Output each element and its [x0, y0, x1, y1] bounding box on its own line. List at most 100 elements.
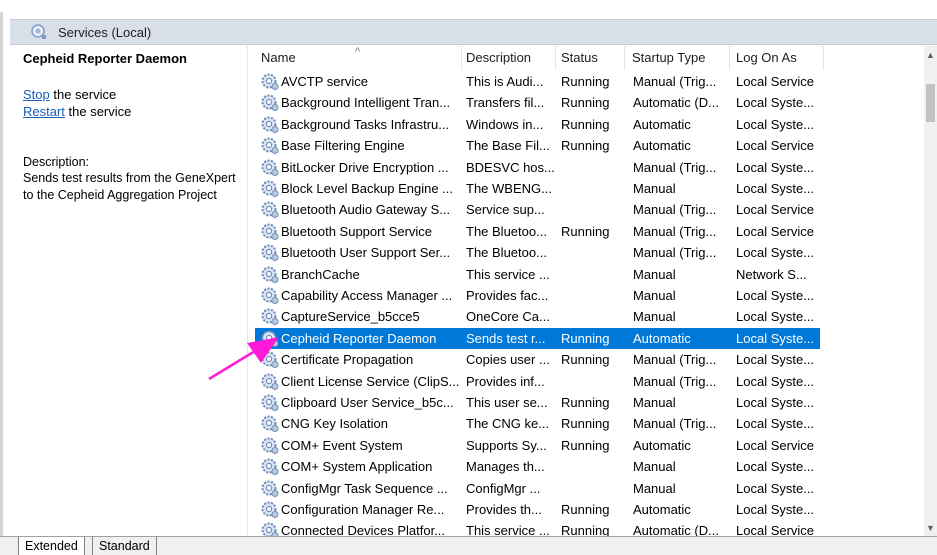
selected-service-title: Cepheid Reporter Daemon — [23, 51, 187, 66]
service-startup-type: Manual (Trig... — [633, 352, 717, 368]
pointer-arrow-icon — [208, 337, 279, 381]
service-startup-type: Automatic — [633, 116, 691, 132]
scroll-down-icon[interactable]: ▼ — [924, 522, 937, 534]
gear-icon — [261, 266, 279, 283]
table-row[interactable]: ConfigMgr Task Sequence ... ConfigMgr ...… — [255, 478, 820, 499]
gear-icon — [261, 73, 279, 90]
description-pane: Cepheid Reporter Daemon Stop the service… — [10, 46, 248, 536]
service-startup-type: Manual — [633, 395, 676, 410]
gear-icon — [261, 201, 279, 219]
services-window: Services (Local) Cepheid Reporter Daemon… — [0, 0, 937, 555]
service-name: COM+ Event System — [281, 437, 403, 453]
table-row[interactable]: Background Tasks Infrastru... Windows in.… — [255, 114, 820, 135]
panel-header: Services (Local) — [10, 19, 937, 45]
column-header-logon[interactable]: Log On As — [730, 46, 824, 70]
service-startup-type: Automatic (D... — [633, 95, 719, 111]
service-status: Running — [561, 223, 610, 239]
service-startup-type: Manual (Trig... — [633, 74, 717, 89]
service-status: Running — [561, 330, 610, 346]
table-row[interactable]: AVCTP service This is Audi... Running Manua… — [255, 71, 820, 92]
service-status: Running — [561, 116, 610, 132]
table-row[interactable]: Connected Devices Platfor... This service… — [255, 520, 820, 536]
service-status: Running — [561, 416, 610, 432]
service-description: Manages th... — [466, 459, 545, 475]
service-name: Bluetooth Audio Gateway S... — [281, 202, 451, 218]
service-description: This service ... — [466, 266, 550, 282]
table-row[interactable]: Client License Service (ClipS... Provides… — [255, 371, 820, 392]
service-description: The WBENG... — [466, 181, 552, 196]
service-name: Background Intelligent Tran... — [281, 95, 451, 111]
service-description: Provides th... — [466, 502, 542, 517]
service-status: Running — [561, 95, 610, 111]
tab-standard[interactable]: Standard — [92, 537, 157, 555]
restart-suffix: the service — [64, 104, 132, 119]
table-row[interactable]: Bluetooth User Support Ser... The Bluetoo… — [255, 242, 820, 263]
table-row[interactable]: BranchCache This service ... Manual Network… — [255, 264, 820, 285]
table-row[interactable]: Bluetooth Support Service The Bluetoo... R… — [255, 221, 820, 242]
service-description: Transfers fil... — [466, 95, 545, 111]
service-startup-type: Manual (Trig... — [633, 416, 717, 432]
service-startup-type: Automatic — [633, 138, 691, 154]
service-status: Running — [561, 352, 610, 368]
table-row[interactable]: COM+ System Application Manages th... Manu… — [255, 456, 820, 477]
stop-link[interactable]: Stop — [23, 87, 50, 102]
service-description: OneCore Ca... — [466, 309, 550, 325]
table-row[interactable]: Configuration Manager Re... Provides th..… — [255, 499, 820, 520]
service-status — [561, 178, 627, 199]
service-name: Block Level Backup Engine ... — [281, 181, 453, 196]
service-name: BranchCache — [281, 266, 360, 282]
column-header-name[interactable]: Name ^ — [255, 46, 462, 70]
table-row[interactable]: CNG Key Isolation The CNG ke... Running Man… — [255, 413, 820, 434]
table-row[interactable]: CaptureService_b5cce5 OneCore Ca... Manual… — [255, 306, 820, 327]
gear-icon — [261, 394, 279, 411]
table-row[interactable]: COM+ Event System Supports Sy... Running Au… — [255, 435, 820, 456]
services-icon — [30, 23, 48, 41]
service-description: This service ... — [466, 523, 550, 536]
service-status: Running — [561, 138, 610, 154]
service-description: Copies user ... — [466, 352, 550, 368]
column-header-description[interactable]: Description — [460, 46, 556, 70]
gear-icon — [261, 501, 279, 518]
service-status — [561, 306, 627, 327]
service-description: Sends test r... — [466, 330, 546, 346]
restart-link[interactable]: Restart — [23, 104, 65, 119]
table-row[interactable]: BitLocker Drive Encryption ... BDESVC hos… — [255, 157, 820, 178]
gear-icon — [261, 180, 279, 197]
service-startup-type: Manual (Trig... — [633, 202, 717, 218]
table-row[interactable]: Background Intelligent Tran... Transfers … — [255, 92, 820, 113]
service-description: The Base Fil... — [466, 138, 550, 154]
table-row[interactable]: Cepheid Reporter Daemon Sends test r... Ru… — [255, 327, 820, 349]
service-status — [561, 456, 627, 477]
table-row[interactable]: Bluetooth Audio Gateway S... Service sup.… — [255, 199, 820, 220]
description-text: Sends test results from the GeneXpert to… — [23, 171, 236, 202]
service-startup-type: Manual — [633, 459, 676, 475]
table-row[interactable]: Capability Access Manager ... Provides fa… — [255, 285, 820, 306]
column-header-status[interactable]: Status — [555, 46, 625, 70]
gear-icon — [261, 244, 279, 262]
service-logon: Local Syste... — [736, 288, 815, 303]
tab-extended[interactable]: Extended — [18, 537, 85, 555]
table-row[interactable]: Base Filtering Engine The Base Fil... Runn… — [255, 135, 820, 156]
service-name: Certificate Propagation — [281, 352, 414, 368]
scroll-thumb[interactable] — [926, 84, 935, 122]
gear-icon — [261, 415, 279, 433]
service-logon: Local Syste... — [736, 245, 815, 261]
service-logon: Local Service — [736, 74, 815, 89]
table-row[interactable]: Block Level Backup Engine ... The WBENG..… — [255, 178, 820, 199]
service-name: Bluetooth User Support Ser... — [281, 245, 451, 261]
service-logon: Local Service — [736, 202, 815, 218]
service-logon: Local Syste... — [736, 309, 815, 325]
service-status: Running — [561, 74, 610, 89]
service-description: Service sup... — [466, 202, 545, 218]
service-status — [561, 478, 627, 499]
table-row[interactable]: Certificate Propagation Copies user ... Ru… — [255, 349, 820, 370]
table-row[interactable]: Clipboard User Service_b5c... This user s… — [255, 392, 820, 413]
column-header-startup[interactable]: Startup Type — [626, 46, 730, 70]
service-description: Provides inf... — [466, 373, 545, 389]
scroll-up-icon[interactable]: ▲ — [924, 49, 937, 61]
service-name: Connected Devices Platfor... — [281, 523, 446, 536]
vertical-scrollbar[interactable]: ▲ ▼ — [924, 46, 937, 536]
service-logon: Local Syste... — [736, 330, 815, 346]
service-startup-type: Automatic — [633, 330, 691, 346]
service-status — [561, 285, 627, 306]
